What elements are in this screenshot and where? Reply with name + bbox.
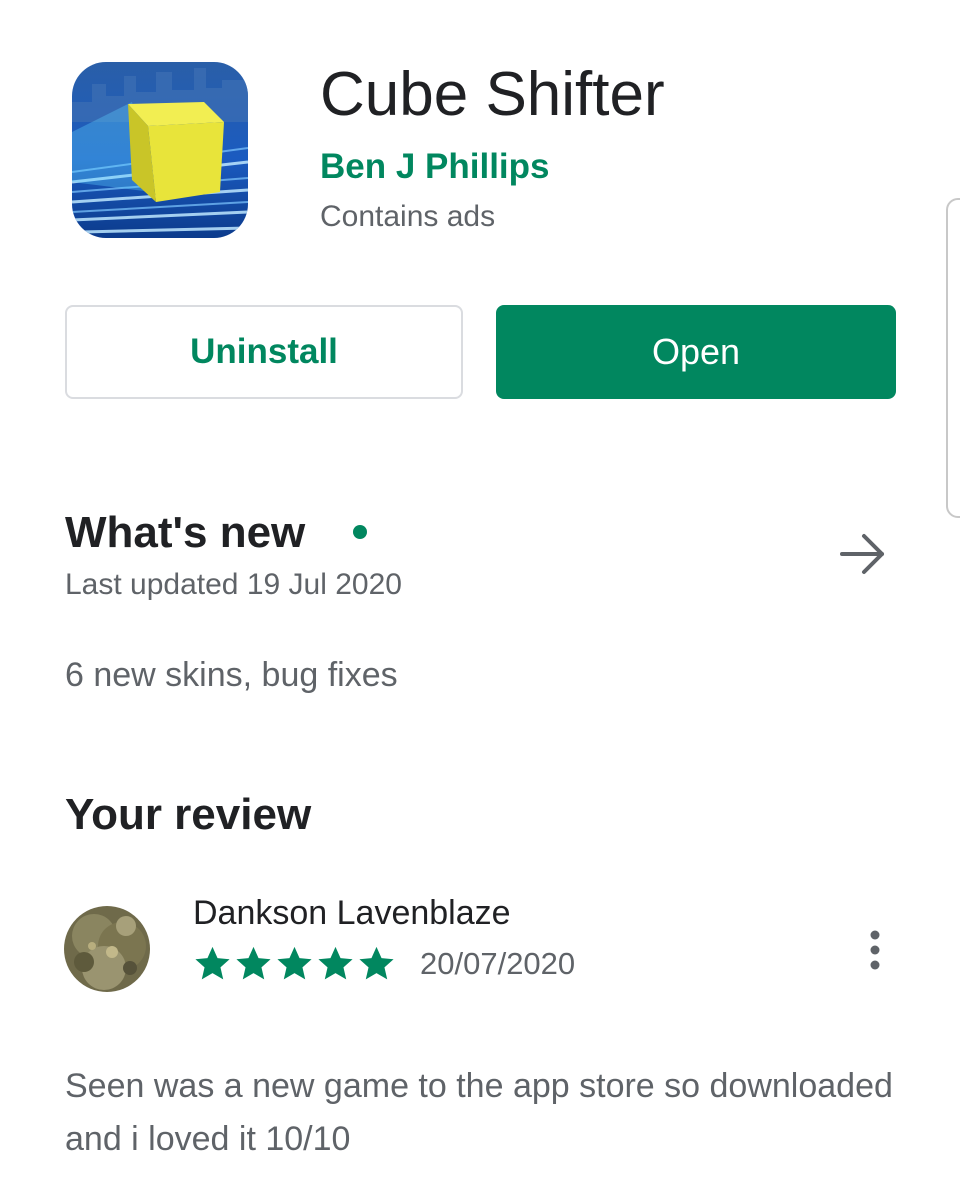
whats-new-heading: What's new bbox=[65, 508, 306, 557]
star-icon bbox=[236, 946, 271, 980]
contains-ads-label: Contains ads bbox=[320, 200, 496, 233]
star-icon bbox=[277, 946, 312, 980]
scroll-indicator[interactable] bbox=[946, 198, 960, 518]
star-rating bbox=[193, 944, 396, 984]
more-vert-icon[interactable] bbox=[860, 928, 890, 972]
app-details-page: Cube Shifter Ben J Phillips Contains ads… bbox=[0, 0, 960, 1200]
app-icon bbox=[72, 62, 248, 238]
star-icon bbox=[359, 946, 394, 980]
app-title: Cube Shifter bbox=[320, 60, 665, 129]
arrow-right-icon[interactable] bbox=[836, 530, 888, 578]
new-indicator-dot bbox=[353, 525, 367, 539]
last-updated-text: Last updated 19 Jul 2020 bbox=[65, 568, 402, 601]
star-icon bbox=[195, 946, 230, 980]
review-date: 20/07/2020 bbox=[420, 946, 576, 981]
uninstall-button[interactable]: Uninstall bbox=[65, 305, 463, 399]
avatar bbox=[64, 906, 150, 992]
review-body-text: Seen was a new game to the app store so … bbox=[65, 1067, 893, 1158]
reviewer-name: Dankson Lavenblaze bbox=[193, 894, 511, 932]
release-notes-text: 6 new skins, bug fixes bbox=[65, 656, 398, 694]
developer-link[interactable]: Ben J Phillips bbox=[320, 146, 550, 188]
your-review-heading: Your review bbox=[65, 790, 312, 839]
open-button[interactable]: Open bbox=[496, 305, 896, 399]
uninstall-button-label: Uninstall bbox=[190, 332, 338, 371]
star-icon bbox=[318, 946, 353, 980]
open-button-label: Open bbox=[651, 331, 741, 372]
